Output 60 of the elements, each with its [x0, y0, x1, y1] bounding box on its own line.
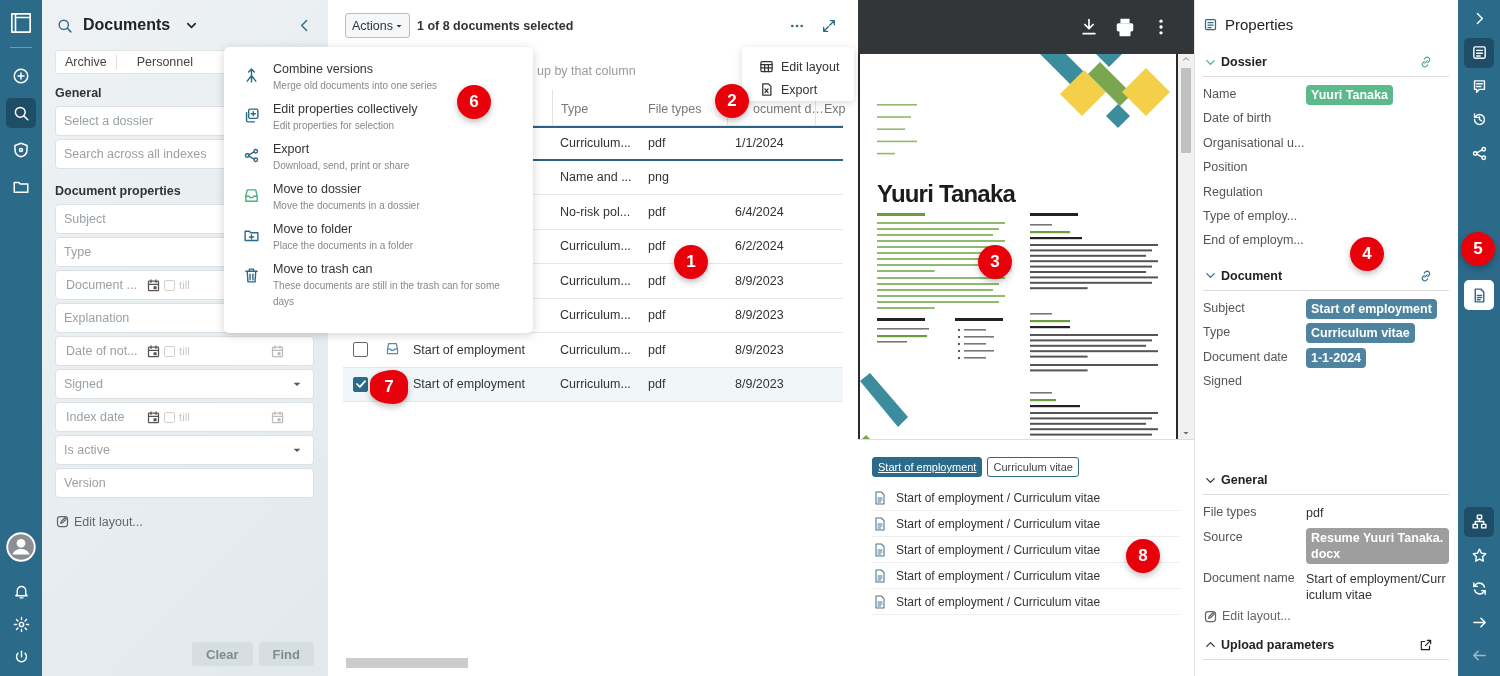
- table-cell: Curriculum...: [560, 273, 631, 288]
- table-cell: 6/2/2024: [735, 239, 784, 254]
- table-cell: Curriculum...: [560, 308, 631, 323]
- value-tag: 1-1-2024: [1306, 347, 1367, 368]
- property-label: Date of birth: [1203, 110, 1273, 126]
- panel-title: Properties: [1225, 15, 1294, 33]
- table-cell: pdf: [648, 377, 666, 392]
- value-tag: Curriculum vitae: [1306, 323, 1415, 344]
- group-hint: up by that column: [537, 64, 636, 78]
- property-label: Name: [1203, 86, 1238, 101]
- table-cell: pdf: [648, 136, 666, 151]
- table-cell: Start of employment: [413, 342, 525, 357]
- table-cell: png: [648, 170, 669, 185]
- table-cell: Curriculum...: [560, 136, 631, 151]
- property-value: pdf: [1306, 505, 1325, 522]
- property-label: Organisational u...: [1203, 134, 1306, 150]
- table-cell: pdf: [648, 204, 666, 219]
- property-value: Start of employment/Curriculum vitae: [1306, 570, 1446, 603]
- section-title: General: [1221, 473, 1268, 488]
- section-heading: Document properties: [55, 184, 181, 198]
- section-heading: General: [55, 86, 102, 100]
- value-tag: Yuuri Tanaka: [1306, 85, 1393, 105]
- table-cell: Start of employment: [413, 377, 525, 392]
- table-cell: 6/4/2024: [735, 204, 784, 219]
- property-label: Type: [1203, 324, 1232, 340]
- section-title: Upload parameters: [1221, 637, 1335, 652]
- table-cell: 8/9/2023: [735, 342, 784, 357]
- value-tag: Start of employment: [1306, 298, 1437, 319]
- menu-item-title: Combine versions: [273, 61, 375, 78]
- property-label: Type of employ...: [1203, 207, 1299, 223]
- table-cell: pdf: [648, 239, 666, 254]
- table-cell: pdf: [648, 308, 666, 323]
- property-label: Regulation: [1203, 183, 1264, 199]
- table-cell: Curriculum...: [560, 342, 631, 357]
- panel-title: Documents: [83, 16, 171, 34]
- property-label: Signed: [1203, 372, 1243, 388]
- table-cell: 8/9/2023: [735, 273, 784, 288]
- table-cell: 1/1/2024: [735, 136, 784, 151]
- menu-item-title: Export: [273, 141, 311, 158]
- section-title: Document: [1221, 268, 1283, 283]
- property-label: Document name: [1203, 569, 1296, 585]
- property-label: Document date: [1203, 348, 1289, 364]
- table-cell: 8/9/2023: [735, 377, 784, 392]
- menu-item-description: Merge old documents into one series: [273, 79, 437, 93]
- property-label: File types: [1203, 504, 1258, 520]
- property-label: End of employm...: [1203, 232, 1305, 248]
- property-label: Position: [1203, 159, 1249, 175]
- property-label: Subject: [1203, 299, 1246, 315]
- resume-name: Yuuri Tanaka: [876, 179, 1017, 209]
- value-tag: Resume Yuuri Tanaka.docx: [1306, 527, 1449, 564]
- selection-count: 1 of 8 documents selected: [417, 18, 574, 33]
- table-cell: 8/9/2023: [735, 308, 784, 323]
- table-cell: Name and ...: [560, 170, 632, 185]
- table-cell: Curriculum...: [560, 239, 631, 254]
- table-cell: No-risk pol...: [560, 204, 631, 219]
- table-cell: pdf: [648, 273, 666, 288]
- section-title: Dossier: [1221, 55, 1267, 69]
- property-label: Source: [1203, 528, 1244, 544]
- table-cell: pdf: [648, 342, 666, 357]
- table-cell: Curriculum...: [560, 377, 631, 392]
